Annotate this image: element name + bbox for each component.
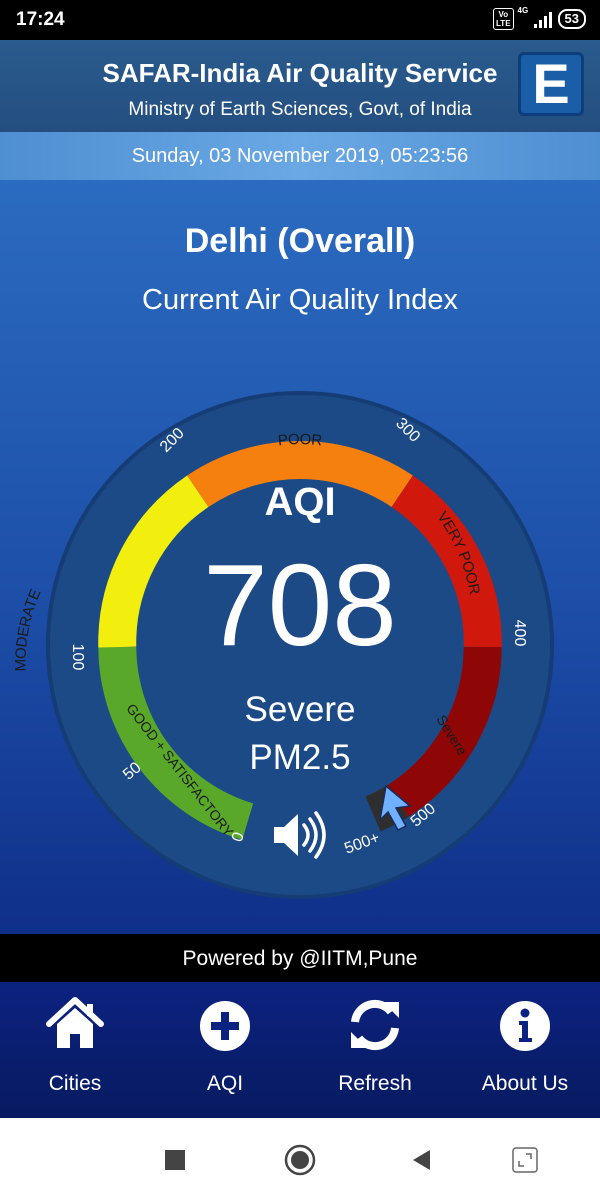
info-icon [500, 1001, 550, 1051]
segment-label-moderate: MODERATE [12, 587, 44, 672]
nav-label-refresh: Refresh [338, 1072, 412, 1095]
app-subtitle: Ministry of Earth Sciences, Govt, of Ind… [128, 99, 472, 120]
battery-icon: 53 [557, 9, 586, 29]
main-panel: Delhi (Overall) Current Air Quality Inde… [0, 180, 600, 934]
app-logo-icon[interactable]: E [518, 52, 584, 116]
tick-100: 100 [69, 644, 86, 671]
nav-item-cities[interactable]: Cities [0, 982, 150, 1118]
volte-icon: Vo LTE [493, 8, 514, 30]
home-icon [46, 997, 104, 1048]
nav-item-about[interactable]: About Us [450, 982, 600, 1118]
volte-line2: LTE [496, 19, 511, 28]
app-header: SAFAR-India Air Quality Service Ministry… [0, 40, 600, 132]
plus-circle-icon [200, 1001, 250, 1051]
aqi-pollutant: PM2.5 [249, 738, 350, 777]
refresh-icon [351, 999, 399, 1051]
bottom-nav: Cities AQI Refresh About Us [0, 982, 600, 1118]
network-type: 4G [517, 6, 529, 15]
battery-level: 53 [564, 11, 579, 26]
volte-line1: Vo [498, 10, 509, 19]
status-bar: 17:24 Vo LTE 4G 53 [0, 0, 600, 40]
aqi-category: Severe [245, 690, 356, 729]
nav-label-aqi: AQI [206, 1072, 244, 1095]
aqi-value: 708 [203, 540, 397, 670]
nav-item-refresh[interactable]: Refresh [300, 982, 450, 1118]
app-title: SAFAR-India Air Quality Service [102, 58, 498, 88]
aqi-label: AQI [264, 480, 335, 524]
aqi-gauge: POOR MODERATE VERY POOR Severe GOOD + SA… [12, 391, 554, 899]
home-button-icon[interactable] [284, 1144, 316, 1176]
system-nav-bar [0, 1118, 600, 1200]
nav-label-cities: Cities [48, 1072, 102, 1095]
powered-by: Powered by @IITM,Pune [0, 934, 600, 982]
segment-label-poor: POOR [277, 431, 323, 449]
signal-icon: 4G [518, 6, 552, 28]
date-time: Sunday, 03 November 2019, 05:23:56 [0, 132, 600, 180]
logo-letter: E [532, 52, 570, 115]
nav-label-about: About Us [481, 1072, 569, 1095]
status-time: 17:24 [16, 9, 65, 30]
tick-400: 400 [511, 620, 528, 647]
status-icons: Vo LTE 4G 53 [493, 6, 586, 30]
screen-expand-icon[interactable] [511, 1146, 539, 1174]
recents-icon[interactable] [163, 1148, 187, 1172]
back-icon[interactable] [410, 1148, 434, 1172]
nav-item-aqi[interactable]: AQI [150, 982, 300, 1118]
